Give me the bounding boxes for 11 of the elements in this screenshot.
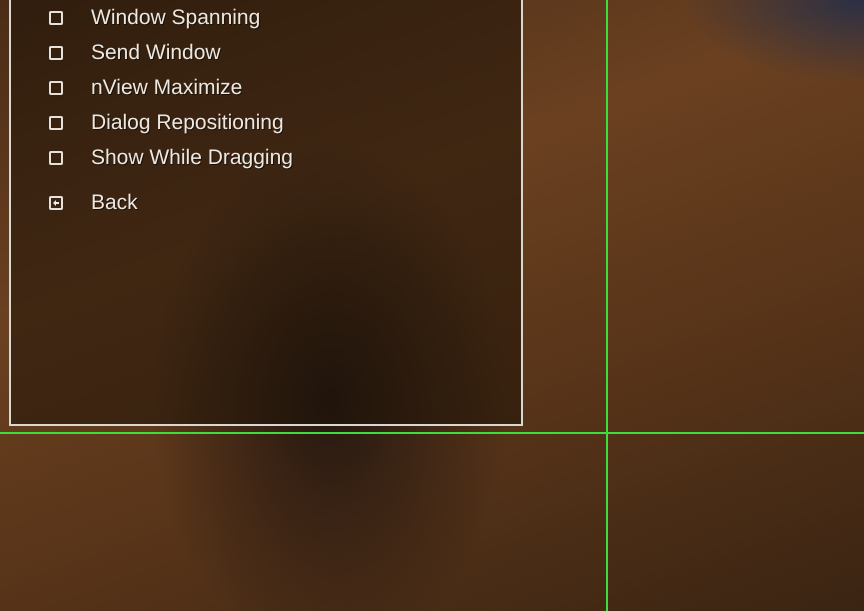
menu-item-label[interactable]: Dialog Repositioning (91, 110, 284, 134)
menu-item-label[interactable]: Window Spanning (91, 6, 260, 30)
menu-item-label[interactable]: nView Maximize (91, 76, 242, 100)
checkbox[interactable] (49, 150, 63, 164)
checkbox[interactable] (49, 116, 63, 130)
checkbox[interactable] (49, 10, 63, 24)
menu-item-label[interactable]: Send Window (91, 40, 221, 64)
checkbox[interactable] (49, 46, 63, 60)
menu-item-label[interactable]: Show While Dragging (91, 146, 293, 170)
checkbox[interactable] (49, 80, 63, 94)
back-menu-item[interactable]: Back (91, 190, 138, 214)
